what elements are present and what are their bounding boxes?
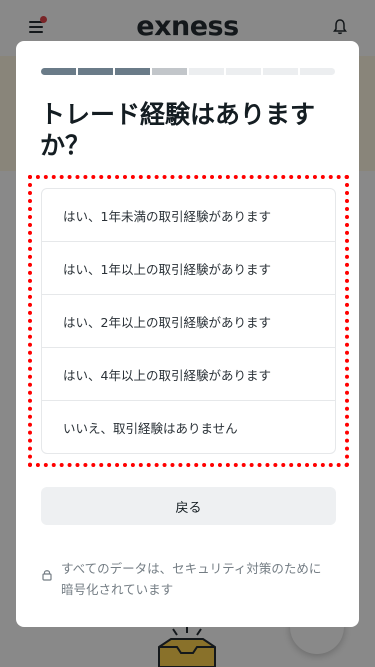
progress-segment xyxy=(152,68,187,75)
modal-title: トレード経験はありますか？ xyxy=(40,100,316,160)
progress-segment xyxy=(115,68,150,75)
option-over-1-year[interactable]: はい、1年以上の取引経験があります xyxy=(42,242,335,295)
option-over-4-years[interactable]: はい、4年以上の取引経験があります xyxy=(42,348,335,401)
progress-segment xyxy=(300,68,335,75)
step-progress xyxy=(41,68,335,75)
back-button[interactable]: 戻る xyxy=(41,487,336,525)
progress-segment xyxy=(226,68,261,75)
option-under-1-year[interactable]: はい、1年未満の取引経験があります xyxy=(42,189,335,242)
security-note: すべてのデータは、セキュリティ対策のために暗号化されています xyxy=(42,558,332,600)
progress-segment xyxy=(41,68,76,75)
option-no-experience[interactable]: いいえ、取引経験はありません xyxy=(42,401,335,453)
experience-modal: トレード経験はありますか？ はい、1年未満の取引経験があります はい、1年以上の… xyxy=(16,41,359,627)
options-list: はい、1年未満の取引経験があります はい、1年以上の取引経験があります はい、2… xyxy=(41,188,336,454)
option-over-2-years[interactable]: はい、2年以上の取引経験があります xyxy=(42,295,335,348)
progress-segment xyxy=(189,68,224,75)
security-note-text: すべてのデータは、セキュリティ対策のために暗号化されています xyxy=(61,561,322,597)
progress-segment xyxy=(263,68,298,75)
progress-segment xyxy=(78,68,113,75)
lock-icon xyxy=(42,570,52,581)
